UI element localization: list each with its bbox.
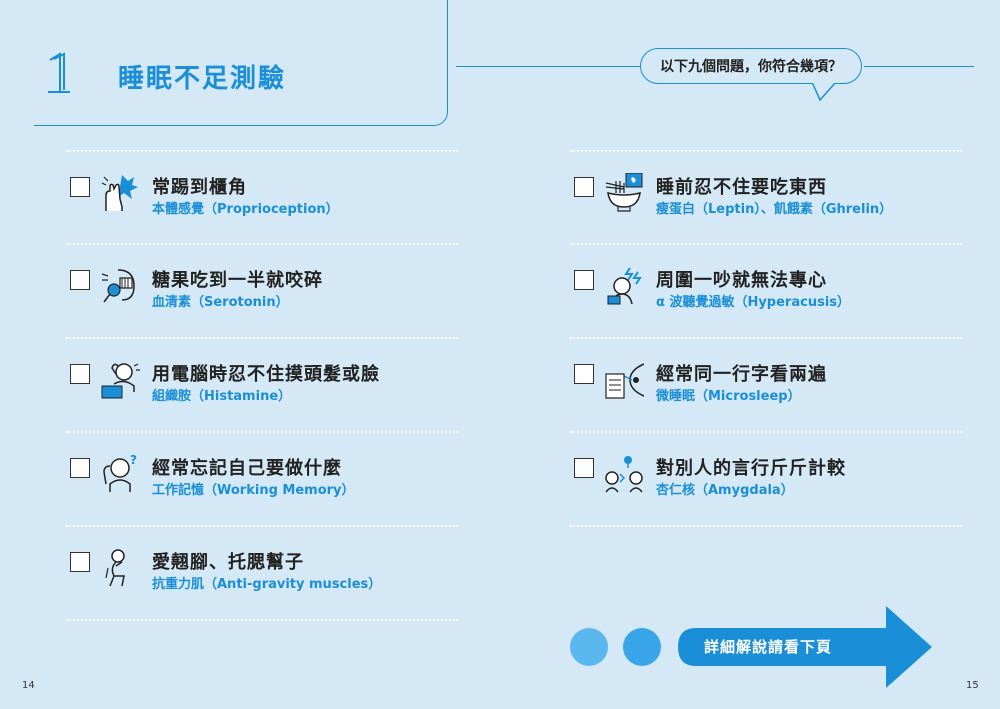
bubble-tail (810, 80, 840, 102)
separator (66, 525, 458, 527)
item-term: 組織胺（Histamine） (152, 389, 292, 404)
item-question: 對別人的言行斤斤計較 (656, 458, 846, 479)
separator (570, 431, 962, 433)
noise-person-icon (607, 267, 642, 305)
section-number (48, 52, 70, 93)
item-question: 愛翹腳、托腮幫子 (152, 552, 304, 573)
list-item: 周圍一吵就無法專心 α 波聽覺過敏（Hyperacusis） (574, 267, 851, 312)
checkbox[interactable] (574, 364, 594, 384)
separator (66, 619, 458, 621)
item-term: 工作記憶（Working Memory） (152, 483, 355, 498)
separator (66, 243, 458, 245)
header-divider-right (864, 66, 974, 67)
list-item: 常踢到櫃角 本體感覺（Proprioception） (70, 175, 339, 219)
decor-circle (570, 628, 608, 666)
page-number-right: 15 (966, 680, 979, 691)
list-item: 對別人的言行斤斤計較 杏仁核（Amygdala） (574, 456, 846, 500)
list-item: 睡前忍不住要吃東西 瘦蛋白（Leptin）、飢餓素（Ghrelin） (574, 173, 893, 219)
question-bubble: 以下九個問題，你符合幾項？ (640, 48, 862, 84)
list-item: 經常同一行字看兩遍 微睡眠（Microsleep） (574, 363, 827, 406)
biting-candy-icon (101, 269, 135, 303)
item-question: 周圍一吵就無法專心 (656, 270, 827, 291)
header-divider-left (456, 66, 640, 67)
item-question: 經常忘記自己要做什麼 (152, 458, 342, 479)
separator (570, 243, 962, 245)
list-item: 用電腦時忍不住摸頭髮或臉 組織胺（Histamine） (70, 363, 380, 406)
computer-user-icon (101, 363, 140, 399)
item-term: 抗重力肌（Anti-gravity muscles） (152, 577, 382, 592)
item-term: 瘦蛋白（Leptin）、飢餓素（Ghrelin） (656, 202, 893, 217)
checkbox[interactable] (70, 270, 90, 290)
list-item: ? 經常忘記自己要做什麼 工作記憶（Working Memory） (70, 454, 355, 500)
separator (66, 150, 458, 152)
list-item: 愛翹腳、托腮幫子 抗重力肌（Anti-gravity muscles） (70, 549, 382, 594)
checkbox[interactable] (70, 364, 90, 384)
item-question: 用電腦時忍不住摸頭髮或臉 (152, 364, 380, 385)
noodle-bowl-icon (605, 173, 643, 212)
confused-person-icon: ? (103, 454, 137, 492)
item-term: 本體感覺（Proprioception） (152, 202, 339, 217)
list-item: 糖果吃到一半就咬碎 血清素（Serotonin） (70, 269, 323, 312)
item-question: 經常同一行字看兩遍 (656, 364, 827, 385)
page-number-left: 14 (22, 680, 35, 691)
checkbox[interactable] (574, 458, 594, 478)
checkbox[interactable] (574, 177, 594, 197)
decor-circle (623, 628, 661, 666)
item-question: 糖果吃到一半就咬碎 (152, 270, 323, 291)
item-term: 血清素（Serotonin） (152, 295, 289, 310)
checkbox[interactable] (70, 552, 90, 572)
checkbox[interactable] (574, 270, 594, 290)
page-title: 睡眠不足測驗 (118, 64, 287, 94)
reading-eye-icon (605, 363, 644, 399)
sitting-person-icon (105, 549, 125, 587)
item-question: 睡前忍不住要吃東西 (656, 177, 827, 198)
item-term: 微睡眠（Microsleep） (656, 389, 801, 404)
separator (66, 337, 458, 339)
item-term: 杏仁核（Amygdala） (656, 483, 794, 498)
separator (570, 150, 962, 152)
separator (570, 337, 962, 339)
separator (570, 525, 962, 527)
arguing-people-icon (605, 456, 643, 493)
separator (66, 431, 458, 433)
checkbox[interactable] (70, 177, 90, 197)
svg-text:?: ? (130, 454, 137, 467)
checkbox[interactable] (70, 458, 90, 478)
next-page-label[interactable]: 詳細解說請看下頁 (704, 636, 832, 657)
bump-hand-icon (101, 175, 138, 211)
item-term: α 波聽覺過敏（Hyperacusis） (656, 295, 851, 310)
item-question: 常踢到櫃角 (152, 177, 247, 198)
